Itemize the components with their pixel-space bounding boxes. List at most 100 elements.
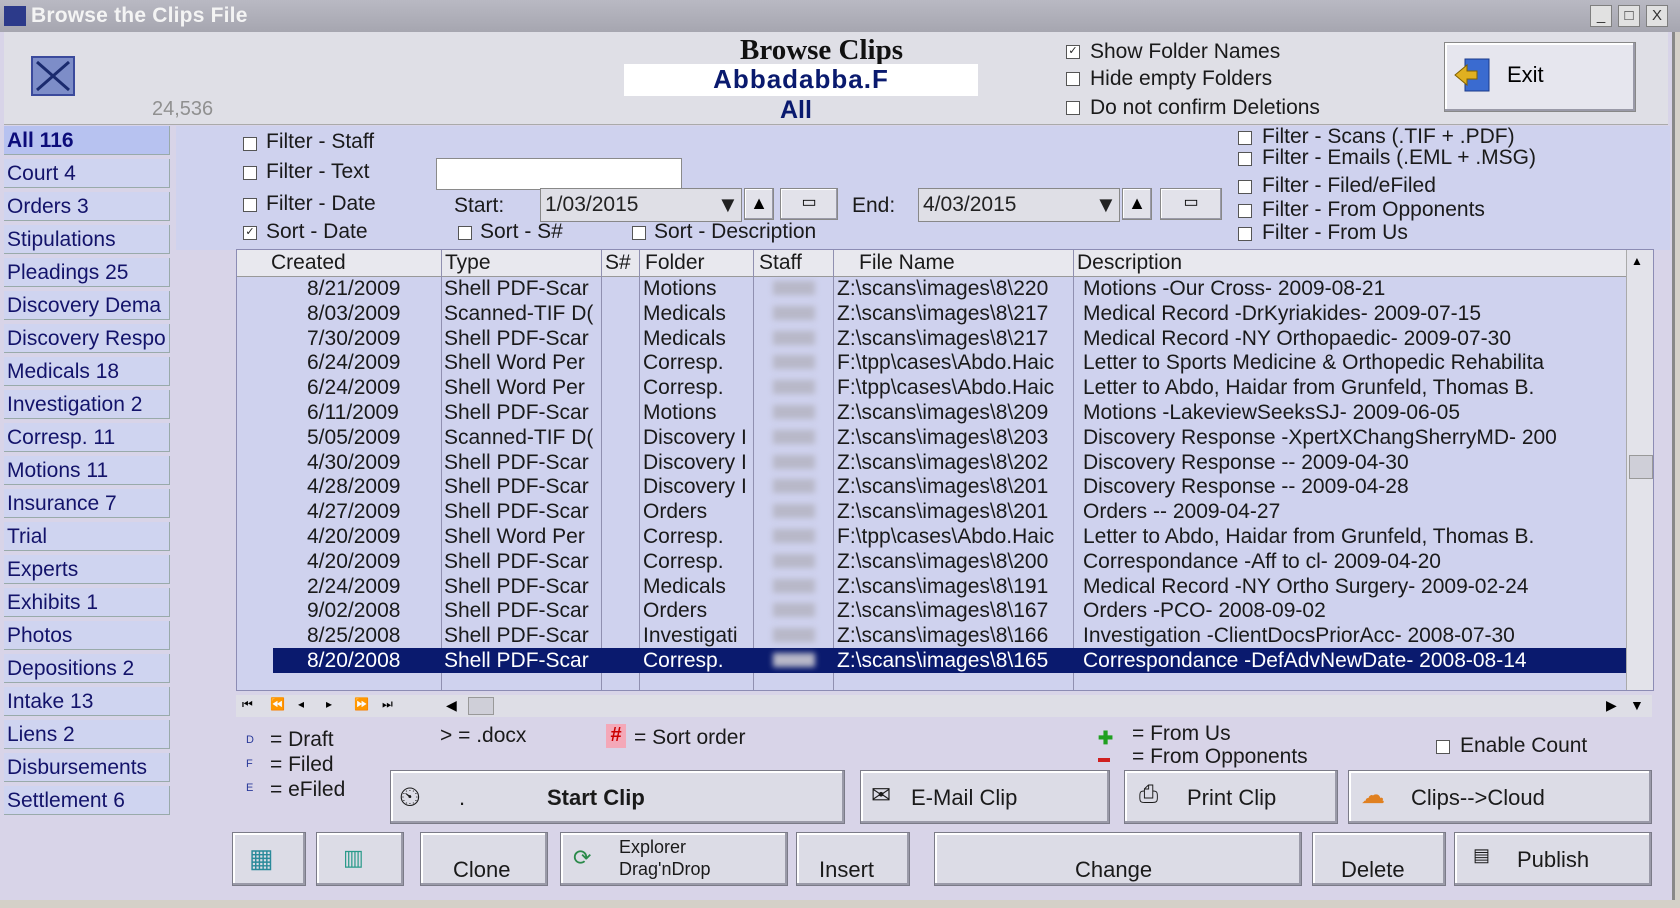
maximize-button[interactable]: □	[1618, 5, 1640, 27]
col-staff[interactable]: Staff	[759, 251, 802, 275]
end-date-down-icon[interactable]: ▼	[1095, 192, 1117, 218]
col-type[interactable]: Type	[445, 251, 491, 275]
col-created[interactable]: Created	[271, 251, 346, 275]
sidebar-item[interactable]: Motions 11	[4, 456, 170, 485]
h-scroll-thumb[interactable]	[468, 697, 494, 715]
email-clip-button[interactable]: ✉ E-Mail Clip	[860, 770, 1110, 824]
filter-scans-checkbox[interactable]	[1238, 131, 1252, 145]
start-date-down-icon[interactable]: ▼	[717, 192, 739, 218]
change-button[interactable]: Change	[934, 832, 1302, 886]
sort-date-checkbox[interactable]: ✓	[243, 226, 257, 240]
sidebar-item[interactable]: Court 4	[4, 159, 170, 188]
sidebar-item[interactable]: Orders 3	[4, 192, 170, 221]
no-confirm-deletions-checkbox[interactable]	[1066, 101, 1080, 115]
table-row[interactable]: 6/24/2009 Shell Word Per Corresp. F:\tpp\ca…	[237, 350, 1653, 375]
table-row[interactable]: 9/02/2008 Shell PDF-Scar Orders Z:\scans\im…	[237, 598, 1653, 623]
print-clip-button[interactable]: ⎙ Print Clip	[1124, 770, 1338, 824]
table-row[interactable]: 8/03/2009 Scanned-TIF D(Medicals Z:\scans\…	[237, 301, 1653, 326]
table-row[interactable]: 6/24/2009 Shell Word Per Corresp. F:\tpp\ca…	[237, 375, 1653, 400]
sidebar-item[interactable]: Corresp. 11	[4, 423, 170, 452]
filter-filed-checkbox[interactable]	[1238, 180, 1252, 194]
sidebar-item[interactable]: Stipulations	[4, 225, 170, 254]
sort-description-checkbox[interactable]	[632, 226, 646, 240]
close-button[interactable]: X	[1646, 5, 1668, 27]
filter-from-opponents-checkbox[interactable]	[1238, 204, 1252, 218]
start-date-field[interactable]: 1/03/2015 ▼	[540, 188, 742, 222]
minimize-button[interactable]: _	[1590, 5, 1612, 27]
sidebar-item[interactable]: Pleadings 25	[4, 258, 170, 287]
filter-staff-checkbox[interactable]	[243, 137, 257, 151]
filter-date-checkbox[interactable]	[243, 198, 257, 212]
sidebar-item[interactable]: Exhibits 1	[4, 588, 170, 617]
clone-button[interactable]: Clone	[420, 832, 548, 886]
next-record-icon[interactable]: ▸	[326, 697, 332, 711]
sidebar-item[interactable]: Discovery Respo	[4, 324, 170, 353]
col-s-number[interactable]: S#	[605, 251, 631, 275]
table-row[interactable]: 6/11/2009 Shell PDF-Scar Motions Z:\scans\i…	[237, 400, 1653, 425]
sidebar-item[interactable]: Insurance 7	[4, 489, 170, 518]
insert-button[interactable]: Insert	[796, 832, 910, 886]
grid-view-button[interactable]: ▦	[232, 832, 306, 886]
scroll-thumb[interactable]	[1629, 455, 1653, 479]
start-clip-button[interactable]: ⏲ . Start Clip	[390, 770, 845, 824]
table-row[interactable]: 7/30/2009 Shell PDF-Scar Medicals Z:\scans\…	[237, 326, 1653, 351]
sidebar-item[interactable]: Investigation 2	[4, 390, 170, 419]
enable-count-checkbox[interactable]	[1436, 740, 1450, 754]
show-folder-names-checkbox[interactable]: ✓	[1066, 45, 1080, 59]
sidebar-item[interactable]: Intake 13	[4, 687, 170, 716]
filter-from-us-checkbox[interactable]	[1238, 227, 1252, 241]
col-folder[interactable]: Folder	[645, 251, 705, 275]
sidebar-item[interactable]: Medicals 18	[4, 357, 170, 386]
end-calendar-icon[interactable]: ▭	[1160, 188, 1222, 220]
table-row[interactable]: 4/20/2009 Shell Word Per Corresp. F:\tpp\ca…	[237, 524, 1653, 549]
columns-button[interactable]: ▥	[316, 832, 404, 886]
sort-s-checkbox[interactable]	[458, 226, 472, 240]
delete-button[interactable]: Delete	[1312, 832, 1446, 886]
table-row[interactable]: 2/24/2009 Shell PDF-Scar Medicals Z:\scans\…	[237, 574, 1653, 599]
table-row[interactable]: 8/25/2008 Shell PDF-Scar Investigati Z:\sca…	[237, 623, 1653, 648]
table-row[interactable]: 8/20/2008 Shell PDF-Scar Corresp. Z:\scans\…	[237, 648, 1653, 673]
end-date-up-button[interactable]: ▲	[1122, 188, 1152, 220]
scroll-left-icon[interactable]: ◀	[446, 697, 457, 714]
clips-to-cloud-button[interactable]: ☁ Clips-->Cloud	[1348, 770, 1652, 824]
first-record-icon[interactable]: ⏮	[242, 697, 253, 712]
insert-label: Insert	[819, 857, 875, 882]
filter-text-input[interactable]	[436, 158, 682, 190]
cell-folder: Corresp.	[643, 525, 724, 548]
filter-emails-checkbox[interactable]	[1238, 152, 1252, 166]
sidebar-item[interactable]: All 116	[4, 126, 170, 155]
table-row[interactable]: 5/05/2009 Scanned-TIF D(Discovery I Z:\sca…	[237, 425, 1653, 450]
scroll-down-icon[interactable]: ▼	[1630, 697, 1644, 713]
sidebar-item[interactable]: Discovery Dema	[4, 291, 170, 320]
col-file-name[interactable]: File Name	[859, 251, 955, 275]
table-row[interactable]: 8/21/2009 Shell PDF-Scar Motions Z:\scans\i…	[237, 276, 1653, 301]
explorer-dragndrop-button[interactable]: ⟳ Explorer Drag'nDrop	[560, 832, 788, 886]
start-calendar-icon[interactable]: ▭	[780, 188, 838, 220]
publish-button[interactable]: ▤ Publish	[1454, 832, 1652, 886]
next-page-icon[interactable]: ⏩	[354, 697, 369, 711]
scroll-right-icon[interactable]: ▶	[1606, 697, 1617, 714]
hide-empty-folders-checkbox[interactable]	[1066, 72, 1080, 86]
filter-text-checkbox[interactable]	[243, 166, 257, 180]
vertical-scrollbar[interactable]: ▲	[1626, 250, 1653, 690]
table-row[interactable]: 4/27/2009 Shell PDF-Scar Orders Z:\scans\im…	[237, 499, 1653, 524]
table-row[interactable]: 4/28/2009 Shell PDF-Scar Discovery I Z:\sca…	[237, 474, 1653, 499]
cell-file-name: Z:\scans\images\8\217	[837, 301, 1049, 325]
start-date-up-button[interactable]: ▲	[744, 188, 774, 220]
scroll-up-icon[interactable]: ▲	[1631, 254, 1643, 268]
sidebar-item[interactable]: Liens 2	[4, 720, 170, 749]
sidebar-item[interactable]: Photos	[4, 621, 170, 650]
sidebar-item[interactable]: Settlement 6	[4, 786, 170, 815]
prev-page-icon[interactable]: ⏪	[270, 697, 285, 711]
prev-record-icon[interactable]: ◂	[298, 697, 304, 711]
sidebar-item[interactable]: Trial	[4, 522, 170, 551]
table-row[interactable]: 4/20/2009 Shell PDF-Scar Corresp. Z:\scans\…	[237, 549, 1653, 574]
sidebar-item[interactable]: Experts	[4, 555, 170, 584]
last-record-icon[interactable]: ⏭	[382, 697, 393, 712]
end-date-field[interactable]: 4/03/2015 ▼	[918, 188, 1120, 222]
col-description[interactable]: Description	[1077, 251, 1182, 275]
sidebar-item[interactable]: Disbursements	[4, 753, 170, 782]
table-row[interactable]: 4/30/2009 Shell PDF-Scar Discovery I Z:\sca…	[237, 450, 1653, 475]
sidebar-item[interactable]: Depositions 2	[4, 654, 170, 683]
exit-button[interactable]: Exit	[1444, 42, 1636, 112]
